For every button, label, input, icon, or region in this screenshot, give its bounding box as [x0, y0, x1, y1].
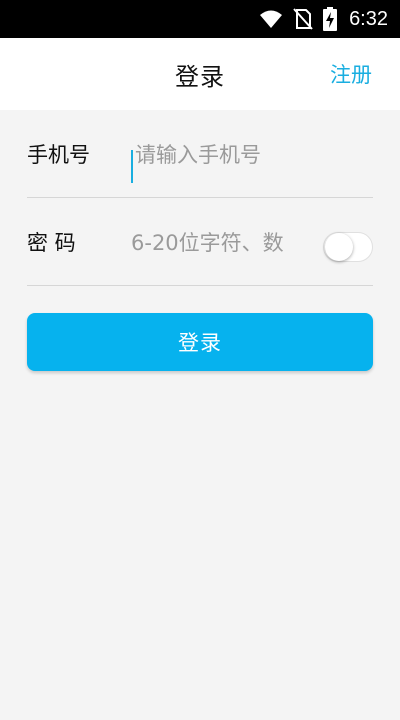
status-time: 6:32: [349, 7, 388, 30]
wifi-icon: [259, 9, 283, 29]
password-input[interactable]: 6-20位字符、数: [131, 198, 309, 285]
toggle-knob: [325, 233, 353, 261]
register-link[interactable]: 注册: [330, 38, 372, 110]
phone-input[interactable]: 请输入手机号: [135, 110, 261, 197]
phone-row: 手机号 请输入手机号: [27, 110, 373, 198]
status-icons: 6:32: [259, 0, 388, 38]
password-row: 密 码 6-20位字符、数: [27, 198, 373, 286]
password-label: 密 码: [27, 230, 76, 255]
show-password-toggle[interactable]: [323, 232, 373, 262]
battery-charging-icon: [323, 7, 338, 31]
phone-label: 手机号: [27, 142, 90, 167]
app-bar: 登录 注册: [0, 38, 400, 110]
status-bar: 6:32: [0, 0, 400, 38]
no-sim-icon: [293, 8, 313, 30]
text-cursor: [131, 150, 133, 183]
login-button[interactable]: 登录: [27, 313, 373, 371]
